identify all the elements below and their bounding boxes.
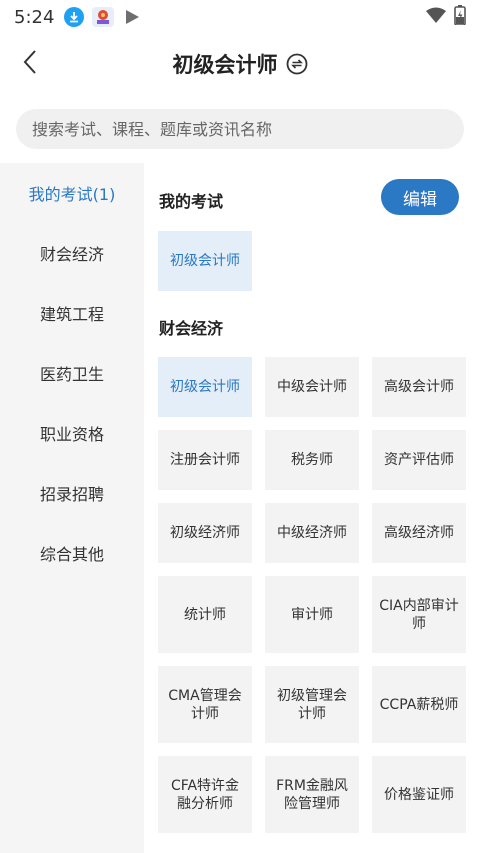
finance-heading: 财会经济	[159, 319, 224, 338]
status-bar: 5:24	[0, 0, 480, 34]
exam-tile[interactable]: 审计师	[265, 576, 359, 653]
sidebar-item-construction[interactable]: 建筑工程	[0, 283, 144, 343]
search-bar[interactable]	[16, 109, 464, 149]
status-time: 5:24	[14, 6, 55, 28]
my-exam-tile[interactable]: 初级会计师	[158, 231, 252, 291]
exam-list-panel: 我的考试 编辑 初级会计师 财会经济 初级会计师 中级会计师 高级会计师 注册会…	[144, 163, 480, 853]
exam-tile[interactable]: 高级会计师	[372, 357, 466, 417]
battery-charging-icon	[454, 5, 466, 29]
sidebar-item-my-exams[interactable]: 我的考试(1)	[0, 163, 144, 223]
category-sidebar: 我的考试(1) 财会经济 建筑工程 医药卫生 职业资格 招录招聘 综合其他	[0, 163, 144, 853]
sidebar-item-medicine[interactable]: 医药卫生	[0, 343, 144, 403]
sidebar-item-professional[interactable]: 职业资格	[0, 403, 144, 463]
exam-tile[interactable]: 资产评估师	[372, 430, 466, 490]
sidebar-item-finance[interactable]: 财会经济	[0, 223, 144, 283]
exam-tile[interactable]: 统计师	[158, 576, 252, 653]
sidebar-item-recruitment[interactable]: 招录招聘	[0, 463, 144, 523]
exam-tile[interactable]: 中级经济师	[265, 503, 359, 563]
title-wrap: 初级会计师	[0, 34, 480, 94]
search-input[interactable]	[32, 119, 464, 139]
switch-circle-icon[interactable]	[286, 53, 308, 75]
page-title[interactable]: 初级会计师	[173, 49, 278, 79]
sidebar-item-other[interactable]: 综合其他	[0, 523, 144, 583]
exam-tile[interactable]: 中级会计师	[265, 357, 359, 417]
exam-tile[interactable]: 初级会计师	[158, 357, 252, 417]
exam-tile[interactable]: 初级经济师	[158, 503, 252, 563]
exam-tile[interactable]: CFA特许金融分析师	[158, 756, 252, 833]
exam-tile[interactable]: 注册会计师	[158, 430, 252, 490]
exam-tile[interactable]: FRM金融风险管理师	[265, 756, 359, 833]
play-store-icon	[126, 10, 140, 24]
app-notification-icon	[92, 7, 115, 27]
exam-tile[interactable]: 初级管理会计师	[265, 666, 359, 743]
my-exams-heading: 我的考试	[159, 192, 224, 211]
system-icons	[426, 5, 466, 29]
wifi-icon	[426, 7, 446, 27]
exam-tile[interactable]: CCPA薪税师	[372, 666, 466, 743]
notification-icons	[64, 7, 140, 27]
exam-tile[interactable]: CMA管理会计师	[158, 666, 252, 743]
exam-tile[interactable]: CIA内部审计师	[372, 576, 466, 653]
exam-tile[interactable]: 税务师	[265, 430, 359, 490]
download-icon	[64, 7, 85, 27]
edit-button[interactable]: 编辑	[381, 179, 459, 215]
exam-tile[interactable]: 价格鉴证师	[372, 756, 466, 833]
header: 初级会计师	[0, 34, 480, 94]
exam-tile[interactable]: 高级经济师	[372, 503, 466, 563]
